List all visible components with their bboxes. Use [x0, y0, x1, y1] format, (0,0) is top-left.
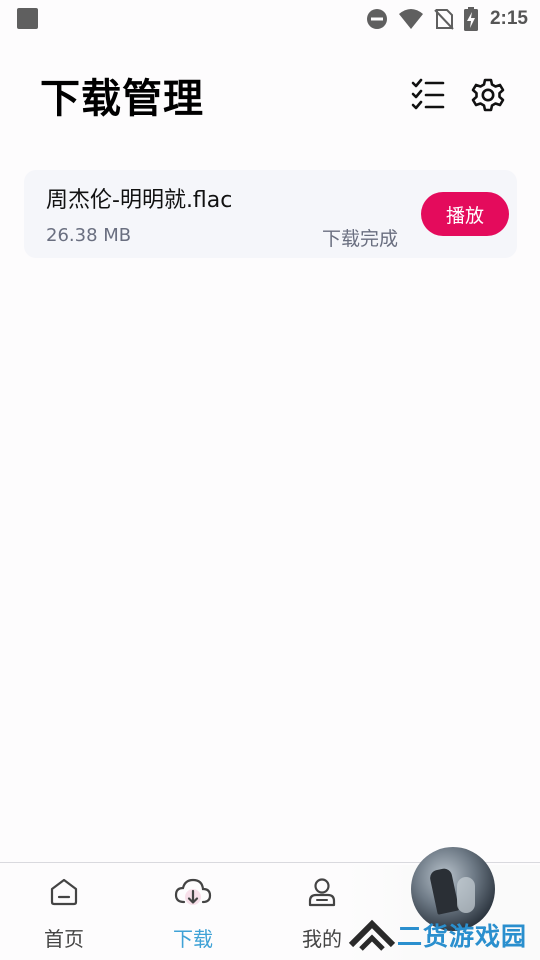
- home-icon: [50, 878, 78, 906]
- nav-label-download: 下载: [173, 927, 213, 951]
- download-item[interactable]: 周杰伦-明明就.flac 26.38 MB 下载完成 播放: [24, 170, 517, 258]
- status-time: 2:15: [489, 8, 528, 29]
- checklist-icon: [411, 78, 445, 110]
- nav-label-mine: 我的: [302, 927, 342, 951]
- watermark: 二货游戏园: [345, 845, 540, 960]
- settings-button[interactable]: [469, 76, 507, 114]
- download-file-size: 26.38 MB: [46, 225, 132, 246]
- do-not-disturb-icon: [366, 9, 387, 29]
- watermark-text: 二货游戏园: [397, 922, 528, 951]
- wifi-icon: [398, 9, 423, 29]
- no-sim-icon: [434, 9, 454, 30]
- user-icon: [308, 878, 336, 907]
- status-bar: 2:15: [0, 0, 540, 38]
- page-title: 下载管理: [40, 76, 204, 122]
- cloud-download-icon: [174, 878, 212, 905]
- nav-item-home[interactable]: 首页: [4, 863, 124, 960]
- notification-square-icon: [17, 8, 38, 29]
- watermark-logo-icon: [348, 919, 396, 951]
- nav-label-home: 首页: [44, 927, 84, 951]
- download-file-name: 周杰伦-明明就.flac: [46, 188, 233, 213]
- batch-select-button[interactable]: [409, 76, 447, 114]
- play-button[interactable]: 播放: [421, 192, 509, 236]
- download-status: 下载完成: [322, 228, 399, 250]
- battery-charging-icon: [463, 7, 478, 31]
- gear-icon: [471, 78, 505, 112]
- status-icons: 2:15: [366, 5, 528, 33]
- nav-item-download[interactable]: 下载: [133, 863, 253, 960]
